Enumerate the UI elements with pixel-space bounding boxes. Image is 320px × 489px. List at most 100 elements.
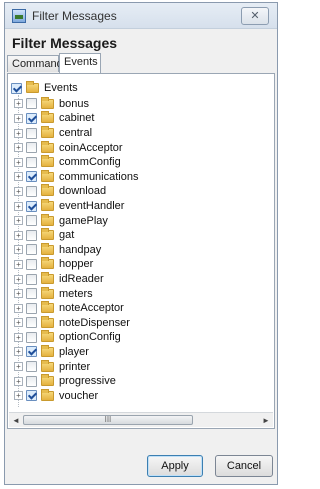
close-button[interactable]: ✕ [241, 6, 269, 25]
tree-item-checkbox[interactable] [26, 375, 37, 387]
tree-item[interactable]: + voucher [11, 388, 271, 403]
tree-item-checkbox[interactable] [26, 331, 37, 343]
expand-icon[interactable]: + [14, 230, 23, 240]
tree-item-checkbox[interactable] [26, 98, 37, 110]
tree-item[interactable]: + download [11, 184, 271, 199]
tree-item-checkbox[interactable] [26, 229, 37, 241]
tree-item[interactable]: + eventHandler [11, 199, 271, 214]
expand-icon[interactable]: + [14, 216, 23, 226]
scroll-thumb[interactable]: III [23, 415, 193, 425]
folder-icon [41, 272, 54, 285]
tree-item[interactable]: + player [11, 344, 271, 360]
tree-item-label: optionConfig [59, 331, 121, 344]
folder-icon [41, 199, 54, 212]
expand-icon[interactable]: + [14, 99, 23, 109]
folder-icon [41, 184, 54, 197]
scroll-right-arrow-icon[interactable]: ► [259, 416, 273, 425]
expand-icon[interactable]: + [14, 274, 23, 284]
folder-icon [41, 96, 54, 109]
tree-item[interactable]: + bonus [11, 96, 271, 112]
tree-item-checkbox[interactable] [26, 215, 37, 227]
tree-item-checkbox[interactable] [26, 302, 37, 314]
tree-item[interactable]: + cabinet [11, 111, 271, 126]
scroll-track[interactable]: III [23, 414, 259, 426]
apply-button[interactable]: Apply [147, 455, 203, 477]
folder-icon [41, 111, 54, 124]
horizontal-scrollbar[interactable]: ◄ III ► [9, 412, 273, 427]
tree-item-checkbox[interactable] [26, 317, 37, 329]
tree-item[interactable]: + optionConfig [11, 330, 271, 345]
tree-item-label: cabinet [59, 112, 95, 125]
tab-events[interactable]: Events [59, 53, 101, 73]
event-tree[interactable]: Events + bonus + cabinet + central + coinAccept… [11, 81, 271, 408]
folder-icon [41, 315, 54, 328]
tree-item[interactable]: + gamePlay [11, 213, 271, 228]
app-icon [12, 8, 26, 23]
tree-item-checkbox[interactable] [26, 273, 37, 285]
expand-icon[interactable]: + [14, 259, 23, 269]
root-checkbox[interactable] [11, 82, 22, 94]
expand-icon[interactable]: + [14, 186, 23, 196]
tree-item-checkbox[interactable] [26, 142, 37, 154]
expand-icon[interactable]: + [14, 318, 23, 328]
tree-item[interactable]: + meters [11, 286, 271, 301]
tree-item[interactable]: + communications [11, 169, 271, 185]
expand-icon[interactable]: + [14, 347, 23, 357]
expand-icon[interactable]: + [14, 113, 23, 123]
tree-item[interactable]: + coinAcceptor [11, 140, 271, 155]
tree-item-checkbox[interactable] [26, 390, 37, 402]
tree-item-checkbox[interactable] [26, 185, 37, 197]
tree-item-label: handpay [59, 243, 102, 256]
folder-icon [26, 81, 39, 94]
tree-item-checkbox[interactable] [26, 244, 37, 256]
tree-item-label: gat [59, 229, 75, 242]
tree-item-checkbox[interactable] [26, 258, 37, 270]
tree-item-label: hopper [59, 258, 94, 271]
tree-item[interactable]: + handpay [11, 242, 271, 258]
expand-icon[interactable]: + [14, 303, 23, 313]
tree-item[interactable]: + gat [11, 228, 271, 243]
tree-item[interactable]: + noteAcceptor [11, 301, 271, 316]
tree-item-checkbox[interactable] [26, 288, 37, 300]
expand-icon[interactable]: + [14, 391, 23, 401]
tree-item[interactable]: + noteDispenser [11, 315, 271, 331]
tree-item-label: progressive [59, 375, 116, 388]
expand-icon[interactable]: + [14, 172, 23, 182]
tree-item-checkbox[interactable] [26, 200, 37, 212]
expand-icon[interactable]: + [14, 376, 23, 386]
folder-icon [41, 126, 54, 139]
tree-item-checkbox[interactable] [26, 171, 37, 183]
expand-icon[interactable]: + [14, 157, 23, 167]
folder-icon [41, 169, 54, 182]
tree-item[interactable]: + central [11, 126, 271, 141]
title-bar: Filter Messages ✕ [5, 3, 277, 29]
expand-icon[interactable]: + [14, 245, 23, 255]
folder-icon [41, 330, 54, 343]
scroll-left-arrow-icon[interactable]: ◄ [9, 416, 23, 425]
tree-item-checkbox[interactable] [26, 156, 37, 168]
expand-icon[interactable]: + [14, 332, 23, 342]
expand-icon[interactable]: + [14, 128, 23, 138]
tree-item-label: noteAcceptor [59, 302, 124, 315]
tree-item-checkbox[interactable] [26, 127, 37, 139]
tree-item[interactable]: + commConfig [11, 155, 271, 170]
tree-item[interactable]: + idReader [11, 272, 271, 287]
tree-item-label: noteDispenser [59, 316, 130, 329]
expand-icon[interactable]: + [14, 201, 23, 211]
tree-root-row[interactable]: Events [11, 81, 271, 96]
tree-item[interactable]: + printer [11, 359, 271, 374]
expand-icon[interactable]: + [14, 143, 23, 153]
folder-icon [41, 155, 54, 168]
tree-item-checkbox[interactable] [26, 346, 37, 358]
tab-commands[interactable]: Commands [7, 55, 68, 72]
tree-item[interactable]: + progressive [11, 374, 271, 389]
cancel-button[interactable]: Cancel [215, 455, 273, 477]
expand-icon[interactable]: + [14, 289, 23, 299]
tree-item-label: eventHandler [59, 200, 125, 213]
tree-item-checkbox[interactable] [26, 112, 37, 124]
tree-item[interactable]: + hopper [11, 257, 271, 272]
folder-icon [41, 374, 54, 387]
tree-item-label: idReader [59, 273, 104, 286]
tree-item-checkbox[interactable] [26, 361, 37, 373]
expand-icon[interactable]: + [14, 362, 23, 372]
